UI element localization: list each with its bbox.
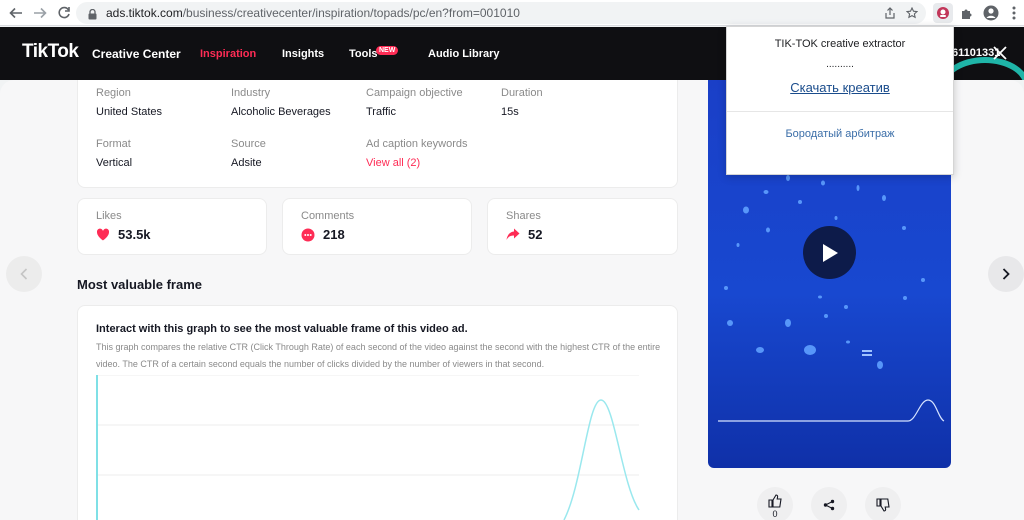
nav-insights[interactable]: Insights [282,48,324,60]
new-badge: NEW [376,46,399,55]
graph-description: This graph compares the relative CTR (Cl… [96,342,661,369]
source-value: Adsite [231,157,262,169]
ad-details-card: Region United States Industry Alcoholic … [77,80,678,188]
industry-value: Alcoholic Beverages [231,106,331,118]
heart-icon [96,228,110,246]
duration-value: 15s [501,106,519,118]
industry-label: Industry [231,87,271,99]
likes-card: Likes 53.5k [77,198,267,255]
close-icon[interactable] [992,41,1008,67]
shares-label: Shares [506,210,541,222]
graph-title: Interact with this graph to see the most… [96,323,468,335]
format-value: Vertical [96,157,133,169]
download-creative-link[interactable]: Скачать креатив [727,80,953,95]
puzzle-icon[interactable] [957,3,977,23]
url-path: /business/creativecenter/inspiration/top… [182,6,520,20]
url-host: ads.tiktok.com [106,6,183,20]
comments-label: Comments [301,210,355,222]
nav-audio-library[interactable]: Audio Library [428,48,500,60]
thumbs-down-icon [876,498,890,512]
share-icon[interactable] [882,5,898,21]
address-bar[interactable]: ads.tiktok.com/business/creativecenter/i… [76,2,926,24]
play-button[interactable] [803,226,856,279]
objective-label: Campaign objective [366,87,463,99]
region-label: Region [96,87,131,99]
share-arrow-icon [506,228,520,246]
comments-card: Comments 218 [282,198,472,255]
reload-icon[interactable] [54,3,74,23]
ctr-graph[interactable] [94,375,644,520]
popup-title: TIK-TOK creative extractor [774,38,906,50]
like-button[interactable]: 0 [757,487,793,520]
comments-value: 218 [323,227,345,242]
lock-icon [88,7,97,25]
thumbs-up-icon [768,494,782,508]
share-button[interactable] [811,487,847,520]
popup-divider [727,111,953,112]
keywords-label: Ad caption keywords [366,138,468,150]
region-value: United States [96,106,163,118]
likes-label: Likes [96,210,122,222]
duration-label: Duration [501,87,543,99]
dislike-button[interactable] [865,487,901,520]
next-arrow-button[interactable] [988,256,1024,292]
prev-arrow-button[interactable] [6,256,42,292]
bearded-arbitrage-link[interactable]: Бородатый арбитраж [727,128,953,140]
play-icon [822,243,838,262]
keywords-view-all-link[interactable]: View all (2) [366,157,420,169]
section-title: Most valuable frame [77,277,202,292]
likes-value: 53.5k [118,227,151,242]
format-label: Format [96,138,131,150]
back-icon[interactable] [6,3,26,23]
shares-card: Shares 52 [487,198,678,255]
comment-icon [301,228,315,247]
like-count: 0 [772,509,778,519]
source-label: Source [231,138,266,150]
nav-tools[interactable]: Tools [349,48,378,60]
extension-icon[interactable] [933,3,953,23]
forward-icon[interactable] [30,3,50,23]
browser-toolbar: ads.tiktok.com/business/creativecenter/i… [0,0,1024,26]
network-share-icon [823,499,835,511]
extension-popup: TIK-TOK creative extractor .......... Ск… [726,26,954,175]
profile-icon[interactable] [981,3,1001,23]
popup-status-dots: .......... [826,59,854,70]
logo-subtitle: Creative Center [92,47,181,61]
url-text: ads.tiktok.com/business/creativecenter/i… [106,6,520,20]
ctr-curve [563,399,640,520]
objective-value: Traffic [366,106,396,118]
shares-value: 52 [528,227,543,242]
star-icon[interactable] [904,5,920,21]
tiktok-logo[interactable]: TikTok [22,41,79,63]
nav-inspiration[interactable]: Inspiration [200,48,256,60]
menu-icon[interactable] [1004,3,1024,23]
